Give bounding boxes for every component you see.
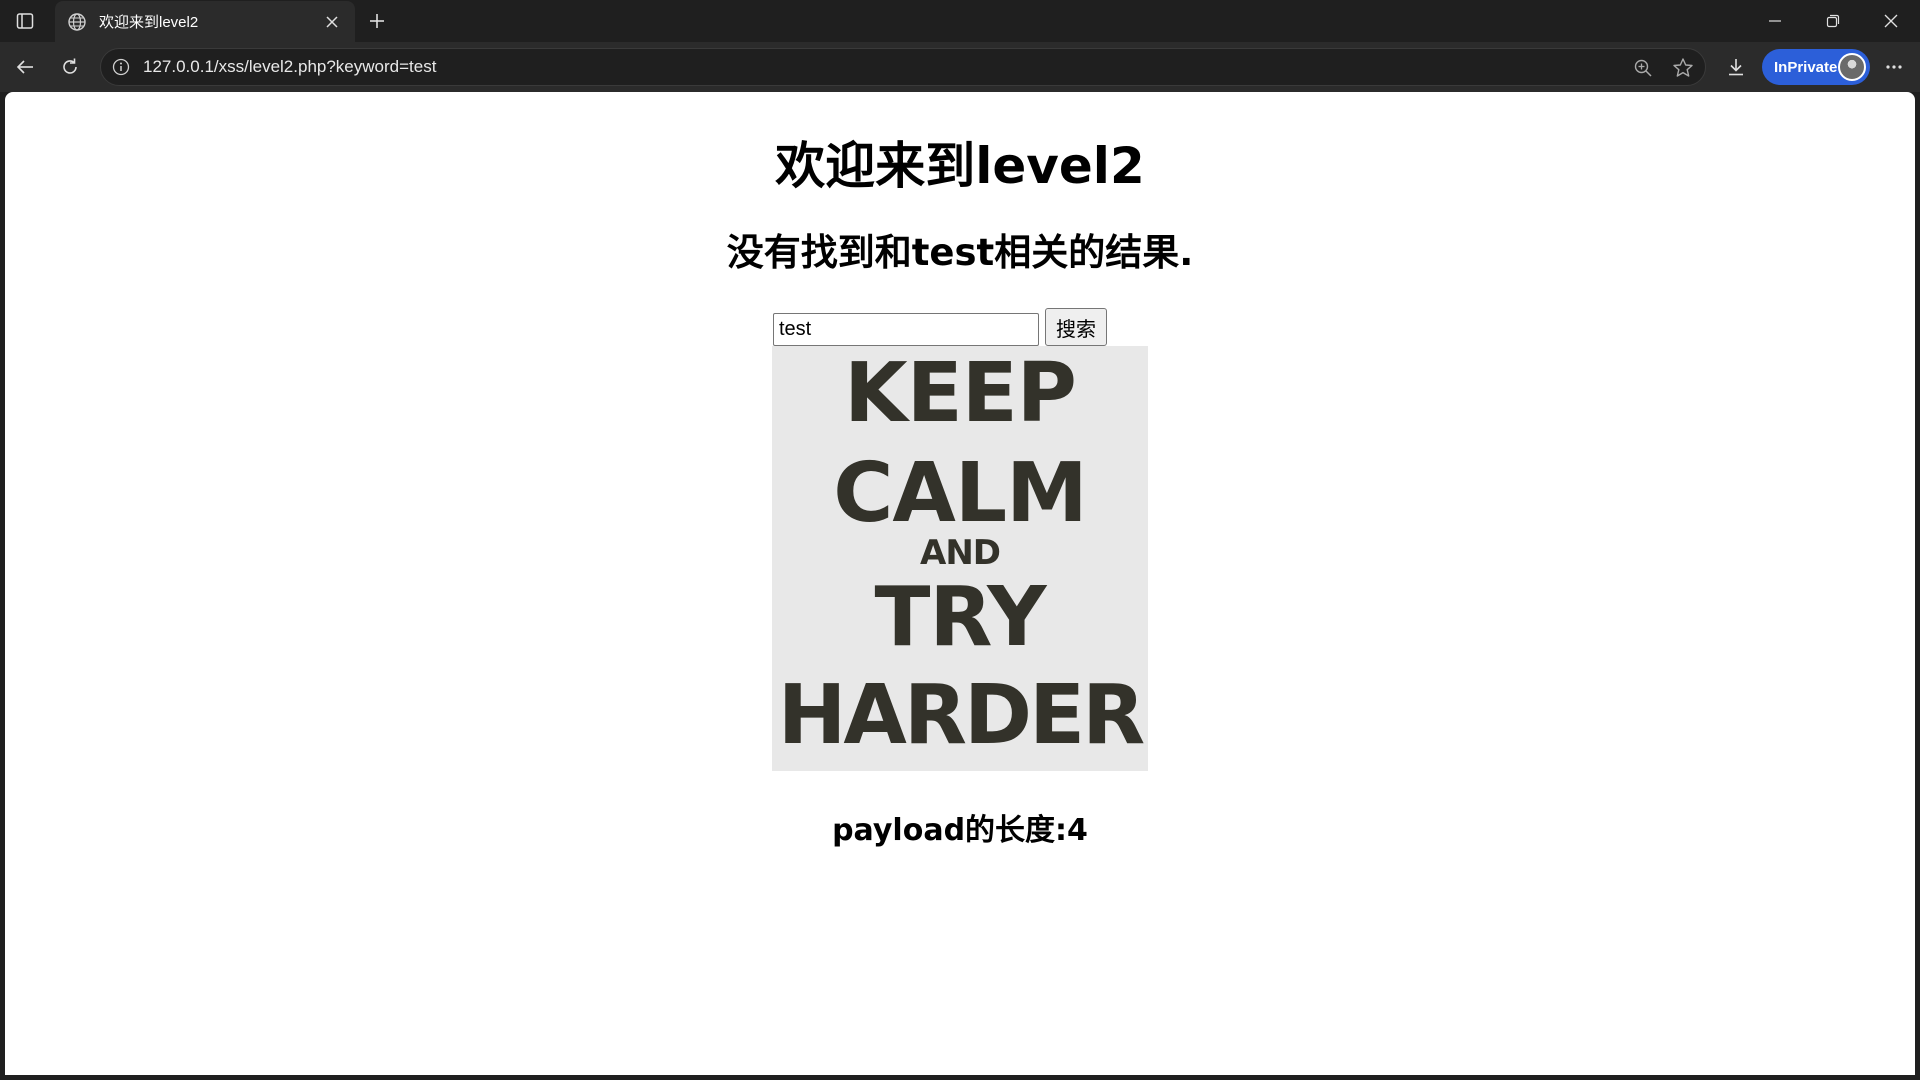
poster-line: TRY xyxy=(874,570,1047,665)
globe-icon xyxy=(67,12,87,32)
downloads-button[interactable] xyxy=(1719,51,1753,83)
tab-actions-button[interactable] xyxy=(10,8,40,34)
sidebar-icon xyxy=(16,13,34,29)
arrow-left-icon xyxy=(16,60,33,74)
site-info-icon[interactable] xyxy=(111,57,131,77)
close-tab-icon[interactable] xyxy=(321,11,343,33)
zoom-icon[interactable] xyxy=(1631,56,1655,80)
refresh-icon xyxy=(63,58,77,74)
poster-line: KEEP xyxy=(844,346,1077,441)
close-window-button[interactable] xyxy=(1862,0,1920,42)
restore-button[interactable] xyxy=(1804,0,1862,42)
inprivate-label: InPrivate xyxy=(1774,58,1838,76)
keep-calm-poster-image: KEEP CALM AND TRY HARDER xyxy=(772,346,1148,771)
page-viewport: 欢迎来到level2 没有找到和test相关的结果. 搜索 KEEP CALM … xyxy=(5,92,1915,1075)
page-content: 欢迎来到level2 没有找到和test相关的结果. 搜索 KEEP CALM … xyxy=(5,136,1915,851)
tab-active[interactable]: 欢迎来到level2 xyxy=(55,1,355,42)
settings-menu-button[interactable] xyxy=(1877,51,1911,83)
refresh-button[interactable] xyxy=(53,51,87,83)
payload-length: payload的长度:4 xyxy=(832,813,1088,848)
inprivate-badge[interactable]: InPrivate xyxy=(1762,49,1870,85)
poster-line: AND xyxy=(920,533,1001,573)
new-tab-button[interactable] xyxy=(362,8,392,34)
minimize-icon xyxy=(1769,20,1781,22)
plus-icon xyxy=(370,14,384,28)
window-bottom-edge xyxy=(0,1075,1920,1080)
search-button[interactable]: 搜索 xyxy=(1045,308,1107,346)
favorite-star-icon[interactable] xyxy=(1671,56,1695,80)
poster-line: HARDER xyxy=(777,668,1145,763)
more-icon xyxy=(1886,65,1902,69)
url-text[interactable]: 127.0.0.1/xss/level2.php?keyword=test xyxy=(143,49,436,85)
search-form: 搜索 xyxy=(5,308,1915,346)
browser-toolbar: 127.0.0.1/xss/level2.php?keyword=test In… xyxy=(0,42,1920,92)
minimize-button[interactable] xyxy=(1746,0,1804,42)
window-controls xyxy=(1746,0,1920,42)
poster-line: CALM xyxy=(833,446,1088,541)
restore-icon xyxy=(1826,14,1840,28)
tab-title: 欢迎来到level2 xyxy=(99,14,199,31)
back-button[interactable] xyxy=(8,51,42,83)
download-icon xyxy=(1729,59,1743,76)
search-input[interactable] xyxy=(773,313,1039,346)
address-bar[interactable]: 127.0.0.1/xss/level2.php?keyword=test xyxy=(100,48,1706,86)
close-icon xyxy=(1884,14,1898,28)
avatar xyxy=(1838,53,1866,81)
tab-strip: 欢迎来到level2 xyxy=(0,0,1920,42)
page-title: 欢迎来到level2 xyxy=(775,137,1145,195)
result-message: 没有找到和test相关的结果. xyxy=(726,231,1194,274)
